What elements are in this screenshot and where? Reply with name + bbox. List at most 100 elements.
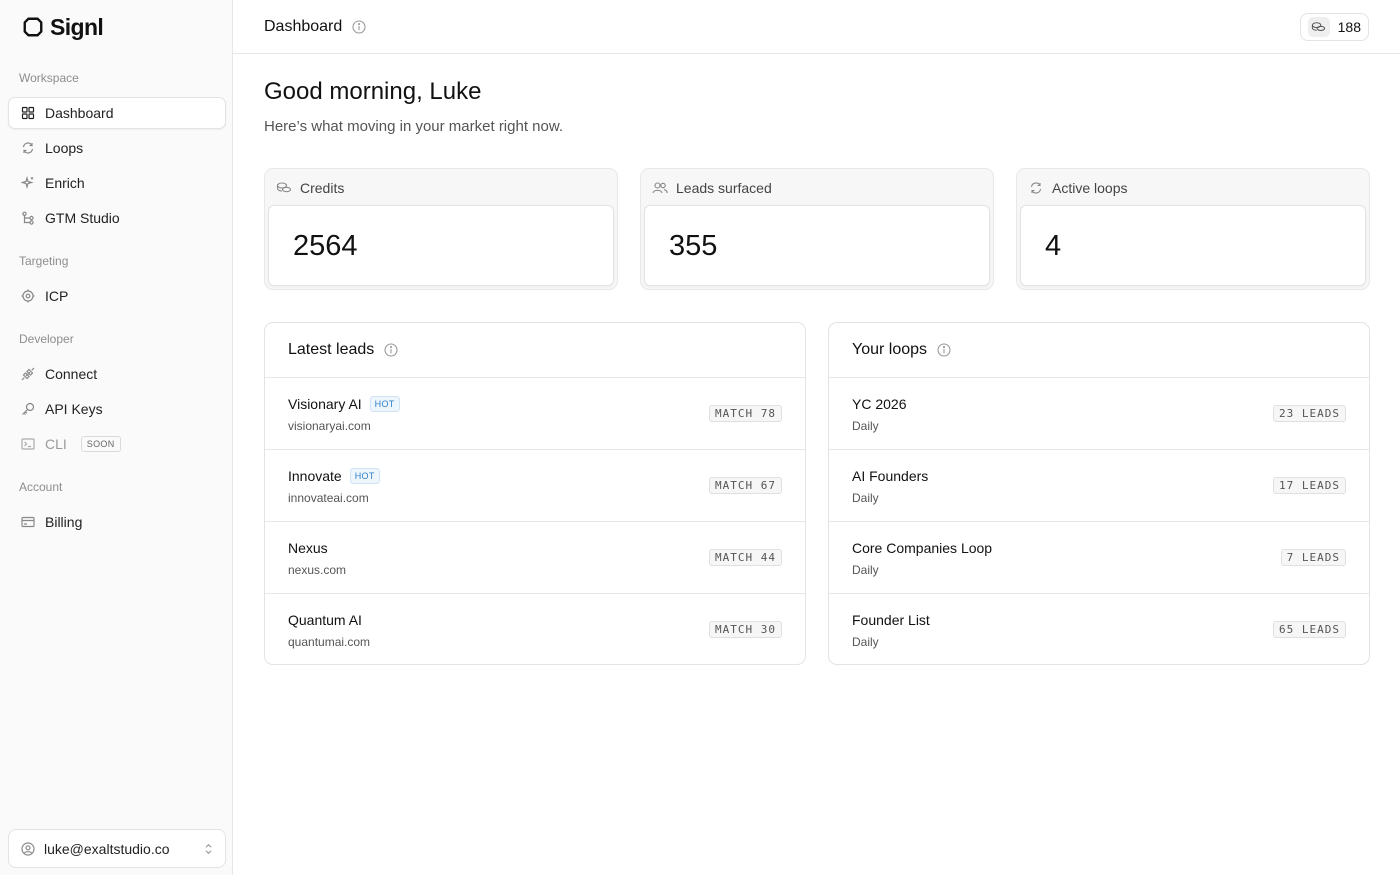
sidebar-item-cli[interactable]: CLI SOON [8, 428, 226, 460]
credits-count: 188 [1337, 19, 1361, 35]
user-circle-icon [21, 841, 35, 856]
section-label-developer: Developer [19, 332, 74, 346]
loop-row[interactable]: YC 2026 Daily 23 LEADS [829, 378, 1369, 450]
sparkle-icon [21, 176, 35, 190]
account-email: luke@exaltstudio.co [44, 840, 170, 857]
coins-icon [1307, 17, 1330, 37]
sidebar-item-label: Billing [45, 514, 83, 530]
match-score: MATCH 67 [709, 477, 782, 494]
loop-name: AI Founders [852, 468, 929, 484]
sidebar-item-label: ICP [45, 288, 69, 304]
coins-icon [276, 182, 292, 193]
sidebar-item-loops[interactable]: Loops [8, 132, 226, 164]
stat-body: 2564 [268, 205, 614, 286]
sidebar-item-icp[interactable]: ICP [8, 280, 226, 312]
greeting-subtitle: Here’s what moving in your market right … [264, 118, 564, 135]
stat-label: Leads surfaced [676, 180, 772, 196]
sidebar-item-label: Enrich [45, 175, 85, 191]
latest-leads-card: Latest leads Visionary AI HOT visionarya… [264, 322, 806, 665]
hot-badge: HOT [349, 468, 380, 484]
lead-domain: innovateai.com [288, 491, 369, 505]
sidebar-item-dashboard[interactable]: Dashboard [8, 97, 226, 129]
plug-icon [21, 367, 35, 381]
loop-name: Founder List [852, 612, 930, 628]
lead-name: Nexus [288, 540, 328, 556]
loop-name: YC 2026 [852, 396, 907, 412]
refresh-icon [1030, 182, 1042, 194]
sidebar-item-connect[interactable]: Connect [8, 358, 226, 390]
users-icon [652, 182, 668, 194]
section-label-workspace: Workspace [19, 71, 79, 85]
flow-icon [21, 211, 35, 225]
lead-count: 7 LEADS [1280, 549, 1346, 566]
stat-card-leads-surfaced: Leads surfaced 355 [640, 168, 994, 290]
account-switcher[interactable]: luke@exaltstudio.co [8, 829, 226, 868]
lead-domain: nexus.com [288, 563, 347, 577]
card-header: Latest leads [265, 323, 805, 378]
sidebar-item-api-keys[interactable]: API Keys [8, 393, 226, 425]
loop-row[interactable]: Founder List Daily 65 LEADS [829, 594, 1369, 664]
terminal-icon [21, 437, 35, 451]
lead-count: 17 LEADS [1273, 477, 1346, 494]
sidebar-item-label: CLI [45, 436, 67, 452]
soon-badge: SOON [80, 436, 121, 452]
stat-label: Credits [300, 180, 345, 196]
sidebar-item-enrich[interactable]: Enrich [8, 167, 226, 199]
info-icon[interactable] [937, 343, 951, 357]
card-title: Your loops [852, 341, 928, 358]
lead-row[interactable]: Innovate HOT innovateai.com MATCH 67 [265, 450, 805, 522]
card-header: Your loops [829, 323, 1369, 378]
credits-balance-button[interactable]: 188 [1299, 13, 1369, 41]
lead-count: 23 LEADS [1273, 405, 1346, 422]
info-icon[interactable] [352, 20, 366, 34]
lead-count: 65 LEADS [1273, 621, 1346, 638]
lead-row[interactable]: Quantum AI quantumai.com MATCH 30 [265, 594, 805, 664]
refresh-icon [21, 141, 35, 155]
sidebar-item-label: Dashboard [45, 105, 114, 121]
stat-label: Active loops [1052, 180, 1128, 196]
lead-name: Innovate [288, 468, 342, 484]
sidebar-item-label: GTM Studio [45, 210, 120, 226]
sidebar-item-billing[interactable]: Billing [8, 506, 226, 538]
lead-name: Quantum AI [288, 612, 362, 628]
chevron-up-down-icon [204, 843, 213, 855]
target-icon [21, 289, 35, 303]
sidebar-item-label: Loops [45, 140, 84, 156]
sidebar-item-gtm-studio[interactable]: GTM Studio [8, 202, 226, 234]
stat-body: 355 [644, 205, 990, 286]
loop-frequency: Daily [852, 491, 879, 505]
grid-icon [21, 106, 35, 120]
app-logo[interactable]: Signl [22, 13, 104, 41]
key-icon [21, 402, 35, 416]
lead-domain: quantumai.com [288, 635, 371, 649]
card-title: Latest leads [288, 341, 375, 358]
match-score: MATCH 78 [709, 405, 782, 422]
stat-value: 355 [669, 230, 718, 262]
sidebar: Signl Workspace Dashboard Loops Enrich G… [0, 0, 233, 875]
lead-name-wrap: Nexus [288, 540, 328, 556]
stat-header: Credits [276, 180, 344, 196]
hot-badge: HOT [369, 396, 400, 412]
lead-row[interactable]: Nexus nexus.com MATCH 44 [265, 522, 805, 594]
app-name: Signl [50, 13, 104, 40]
info-icon[interactable] [384, 343, 398, 357]
section-label-account: Account [19, 480, 63, 494]
loop-frequency: Daily [852, 563, 879, 577]
sidebar-item-label: API Keys [45, 401, 103, 417]
loop-frequency: Daily [852, 635, 879, 649]
card-icon [21, 515, 35, 529]
loop-row[interactable]: AI Founders Daily 17 LEADS [829, 450, 1369, 522]
lead-name-wrap: Quantum AI [288, 612, 362, 628]
stat-card-active-loops: Active loops 4 [1016, 168, 1370, 290]
stat-body: 4 [1020, 205, 1366, 286]
your-loops-card: Your loops YC 2026 Daily 23 LEADS AI Fou… [828, 322, 1370, 665]
sidebar-item-label: Connect [45, 366, 98, 382]
lead-row[interactable]: Visionary AI HOT visionaryai.com MATCH 7… [265, 378, 805, 450]
logo-icon [23, 17, 43, 37]
loop-row[interactable]: Core Companies Loop Daily 7 LEADS [829, 522, 1369, 594]
lead-domain: visionaryai.com [288, 419, 371, 433]
stat-value: 4 [1045, 230, 1062, 262]
stat-card-credits: Credits 2564 [264, 168, 618, 290]
loop-name: Core Companies Loop [852, 540, 993, 556]
stat-value: 2564 [293, 230, 358, 262]
